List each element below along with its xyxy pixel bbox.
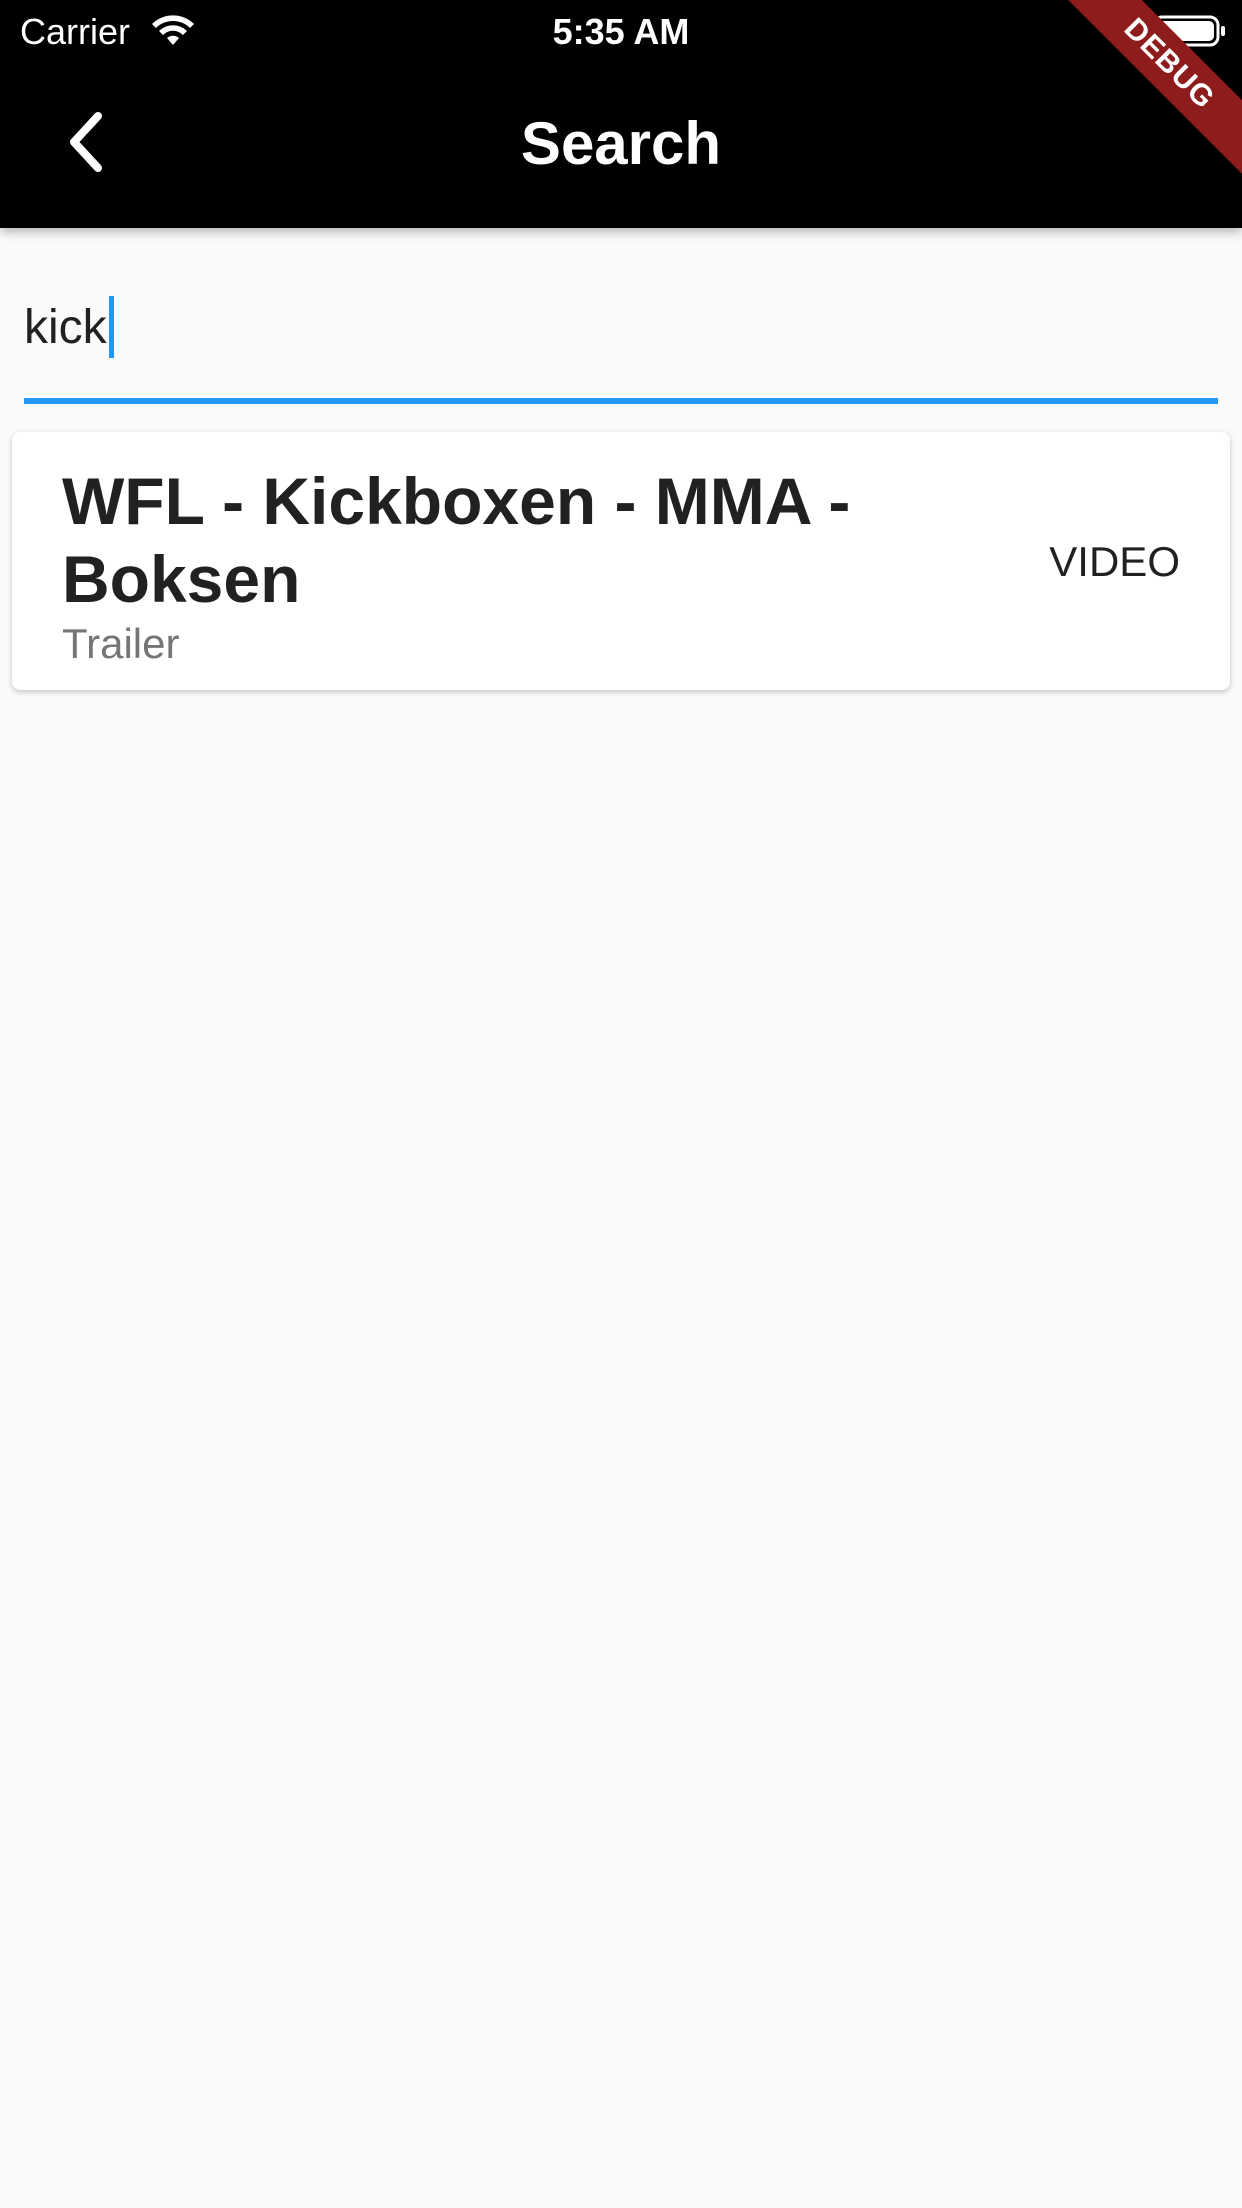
result-title: WFL - Kickboxen - MMA - Boksen (62, 464, 851, 616)
search-query: kick (24, 301, 107, 354)
result-subtitle: Trailer (62, 620, 180, 667)
search-input-text[interactable]: kick (24, 296, 114, 360)
result-type-label: VIDEO (1049, 538, 1180, 585)
app-bar: Carrier 5:35 AM Search (0, 0, 1242, 228)
text-cursor (108, 296, 114, 358)
page-title: Search (520, 110, 722, 177)
search-result-item[interactable]: WFL - Kickboxen - MMA - Boksen Trailer V… (12, 432, 1230, 690)
status-time: 5:35 AM (552, 11, 690, 52)
search-input[interactable]: kick (24, 280, 1218, 404)
